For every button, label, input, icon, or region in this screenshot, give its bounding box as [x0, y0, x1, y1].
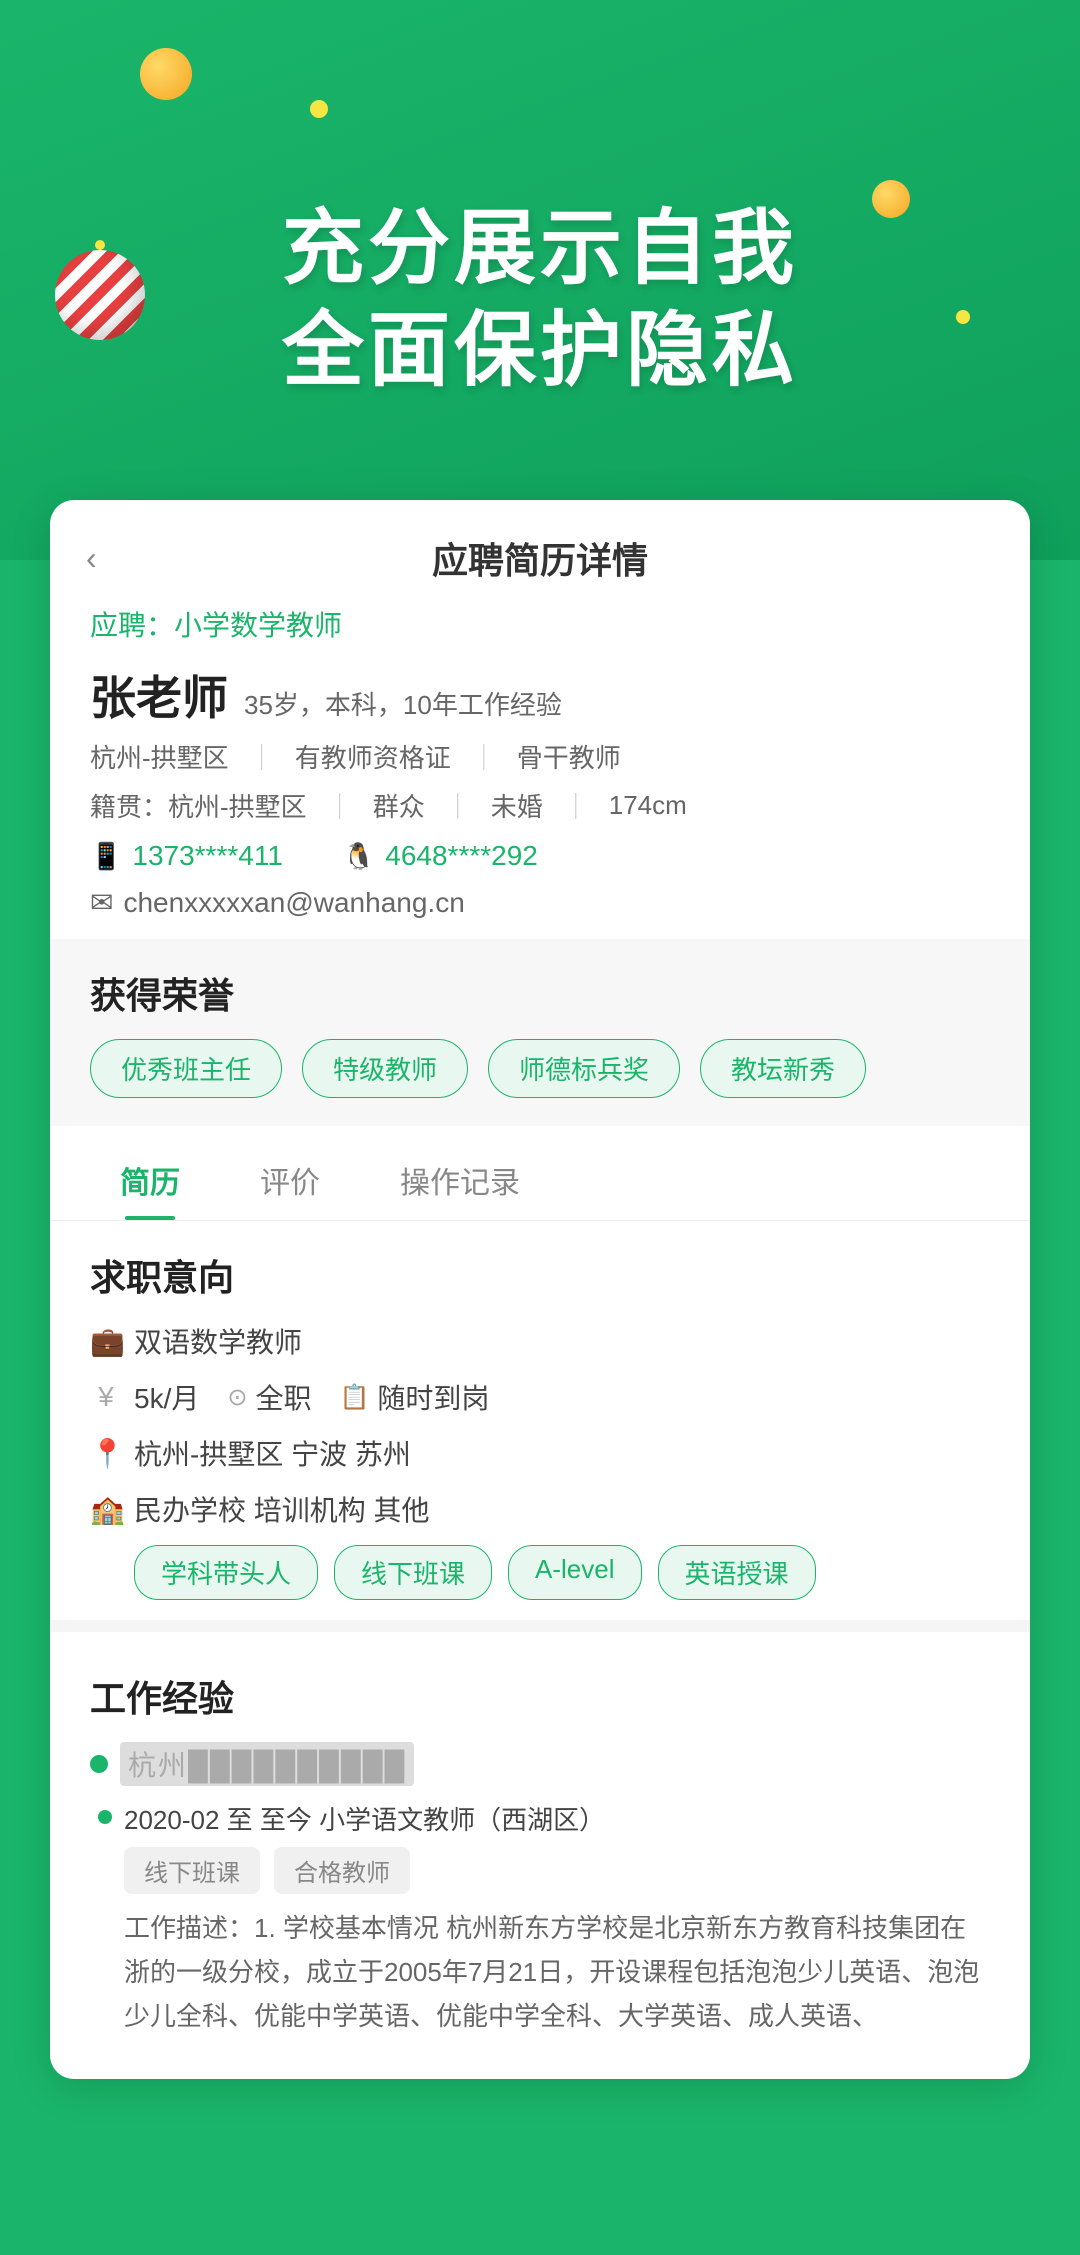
work-description: 工作描述：1. 学校基本情况 杭州新东方学校是北京新东方教育科技集团在浙的一级分… — [124, 1906, 990, 2039]
intent-available: 随时到岗 — [377, 1377, 489, 1417]
intent-salary-row: ¥ 5k/月 ⊙ 全职 📋 随时到岗 — [90, 1377, 990, 1417]
work-content: 2020-02 至 至今 小学语文教师（西湖区） 线下班课 合格教师 工作描述：… — [124, 1800, 990, 2039]
card-header: ‹ 应聘简历详情 — [50, 500, 1030, 604]
honor-section: 获得荣誉 优秀班主任 特级教师 师德标兵奖 教坛新秀 — [50, 939, 1030, 1126]
job-icon: 💼 — [90, 1325, 122, 1358]
person-name-row: 张老师 35岁，本科，10年工作经验 — [50, 654, 1030, 732]
company-row: 杭州██████████ — [90, 1742, 990, 1786]
school-icon: 🏫 — [90, 1493, 122, 1526]
company-dot — [90, 1755, 108, 1773]
tabs-row: 简历 评价 操作记录 — [50, 1136, 1030, 1221]
height-label: 174cm — [609, 790, 687, 821]
deco-dot-3 — [95, 240, 105, 250]
intent-tag-1: 线下班课 — [334, 1545, 492, 1600]
intent-job-row: 💼 双语数学教师 — [90, 1321, 990, 1361]
intent-type-sub: ⊙ 全职 — [227, 1377, 311, 1417]
intent-schools: 民办学校 培训机构 其他 — [134, 1489, 430, 1529]
work-bullet — [98, 1810, 112, 1824]
phone-item: 📱 1373****411 — [90, 840, 283, 872]
deco-gold-circle-2 — [872, 180, 910, 218]
work-tag-0: 线下班课 — [124, 1847, 260, 1894]
work-title: 工作经验 — [90, 1670, 990, 1722]
person-meta: 35岁，本科，10年工作经验 — [244, 685, 562, 722]
header-line2: 全面保护隐私 — [282, 304, 798, 398]
bottom-green-area — [0, 2055, 1080, 2255]
honor-tag-3: 教坛新秀 — [700, 1039, 866, 1098]
email-row: ✉ chenxxxxxan@wanhang.cn — [50, 882, 1030, 935]
intent-salary: 5k/月 — [134, 1377, 199, 1417]
intent-multi: 5k/月 ⊙ 全职 📋 随时到岗 — [134, 1377, 489, 1417]
email-icon: ✉ — [90, 886, 113, 919]
cert-label: 有教师资格证 — [295, 738, 451, 775]
person-name: 张老师 — [90, 662, 228, 728]
intent-tag-0: 学科带头人 — [134, 1545, 318, 1600]
intent-section: 求职意向 💼 双语数学教师 ¥ 5k/月 ⊙ 全职 📋 随时到岗 📍 杭州-拱墅… — [50, 1221, 1030, 1610]
qq-icon: 🐧 — [343, 841, 375, 872]
honor-tags-row: 优秀班主任 特级教师 师德标兵奖 教坛新秀 — [90, 1039, 990, 1098]
personal-info-row: 籍贯：杭州-拱墅区 ｜ 群众 ｜ 未婚 ｜ 174cm — [50, 781, 1030, 830]
resume-card: ‹ 应聘简历详情 应聘：小学数学教师 张老师 35岁，本科，10年工作经验 杭州… — [50, 500, 1030, 2079]
political-label: 群众 — [373, 787, 425, 824]
tab-record[interactable]: 操作记录 — [370, 1136, 550, 1220]
company-name: 杭州██████████ — [120, 1742, 414, 1786]
qq-number: 4648****292 — [385, 840, 538, 872]
intent-school-row: 🏫 民办学校 培训机构 其他 — [90, 1489, 990, 1529]
intent-tag-2: A-level — [508, 1545, 641, 1600]
divider — [50, 1620, 1030, 1632]
deco-dot-1 — [310, 100, 328, 118]
qq-item: 🐧 4648****292 — [343, 840, 538, 872]
native-label: 籍贯：杭州-拱墅区 — [90, 787, 307, 824]
work-tags-row: 线下班课 合格教师 — [124, 1847, 990, 1894]
intent-type: 全职 — [255, 1377, 311, 1417]
honor-tag-0: 优秀班主任 — [90, 1039, 282, 1098]
deco-dot-2 — [956, 310, 970, 324]
work-period: 2020-02 至 至今 小学语文教师（西湖区） — [124, 1800, 990, 1837]
work-item: 2020-02 至 至今 小学语文教师（西湖区） 线下班课 合格教师 工作描述：… — [90, 1800, 990, 2039]
header-area: 充分展示自我 全面保护隐私 — [0, 0, 1080, 560]
tab-comment[interactable]: 评价 — [230, 1136, 350, 1220]
deco-gold-circle-1 — [140, 48, 192, 100]
header-title: 充分展示自我 全面保护隐私 — [282, 202, 798, 399]
apply-info: 应聘：小学数学教师 — [50, 604, 1030, 654]
card-title: 应聘简历详情 — [432, 532, 648, 584]
contact-row: 📱 1373****411 🐧 4648****292 — [50, 830, 1030, 882]
email-address: chenxxxxxan@wanhang.cn — [123, 887, 464, 919]
back-button[interactable]: ‹ — [86, 540, 97, 577]
work-tag-1: 合格教师 — [274, 1847, 410, 1894]
intent-available-sub: 📋 随时到岗 — [339, 1377, 489, 1417]
phone-icon: 📱 — [90, 841, 122, 872]
location-label: 杭州-拱墅区 — [90, 738, 229, 775]
intent-location-row: 📍 杭州-拱墅区 宁波 苏州 — [90, 1433, 990, 1473]
salary-icon: ¥ — [90, 1381, 122, 1413]
intent-tags-row: 学科带头人 线下班课 A-level 英语授课 — [90, 1545, 990, 1600]
work-section: 工作经验 杭州██████████ 2020-02 至 至今 小学语文教师（西湖… — [50, 1642, 1030, 2039]
intent-job: 双语数学教师 — [134, 1321, 302, 1361]
intent-locations: 杭州-拱墅区 宁波 苏州 — [134, 1433, 411, 1473]
marriage-label: 未婚 — [491, 787, 543, 824]
location-row: 杭州-拱墅区 ｜ 有教师资格证 ｜ 骨干教师 — [50, 732, 1030, 781]
tag-label: 骨干教师 — [517, 738, 621, 775]
location-icon: 📍 — [90, 1437, 122, 1470]
honor-tag-2: 师德标兵奖 — [488, 1039, 680, 1098]
deco-striped-ball — [55, 250, 145, 340]
phone-number: 1373****411 — [132, 840, 283, 872]
tab-resume[interactable]: 简历 — [90, 1136, 210, 1220]
honor-tag-1: 特级教师 — [302, 1039, 468, 1098]
honor-title: 获得荣誉 — [90, 967, 990, 1019]
intent-tag-3: 英语授课 — [658, 1545, 816, 1600]
intent-title: 求职意向 — [90, 1249, 990, 1301]
header-line1: 充分展示自我 — [282, 202, 798, 296]
